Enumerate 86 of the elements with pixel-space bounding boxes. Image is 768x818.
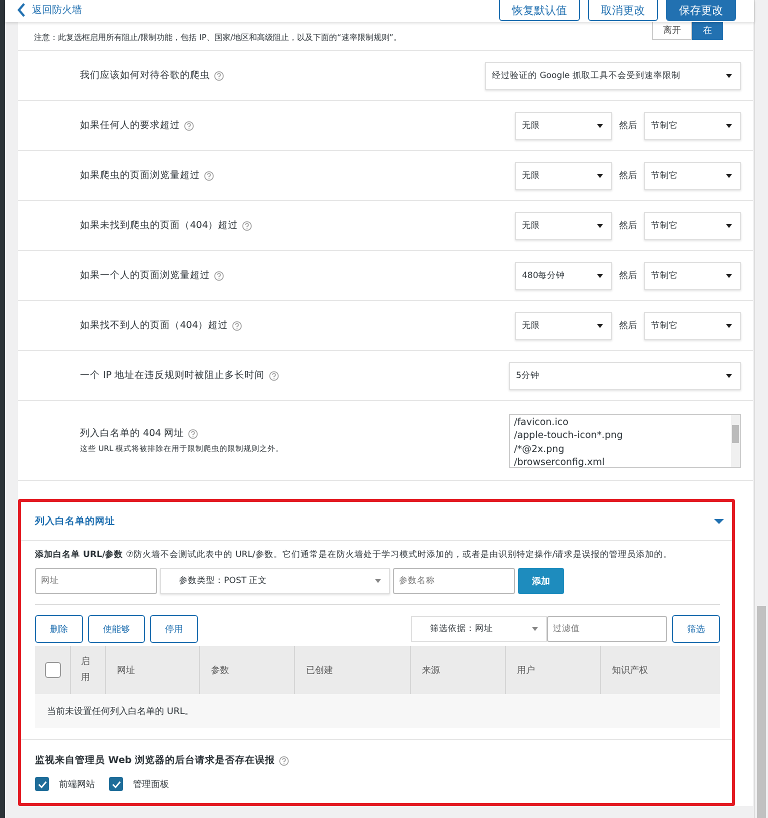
caret-icon [597, 224, 603, 228]
setting-label: 我们应该如何对待谷歌的爬虫 [80, 69, 210, 82]
action-button[interactable]: 停用 [150, 615, 198, 643]
help-icon[interactable] [214, 70, 224, 80]
caret-icon [597, 124, 603, 128]
dropdown[interactable]: 无限 [515, 312, 612, 340]
column-header: 启用 [81, 656, 91, 685]
filter-dropdown[interactable]: 筛选依据：网址 [411, 616, 547, 642]
back-label[interactable]: 返回防火墙 [32, 3, 82, 17]
monitor-title: 监视来自管理员 Web 浏览器的后台请求是否存在误报 [35, 754, 275, 767]
setting-label: 列入白名单的 404 网址 [80, 427, 184, 440]
back-icon [17, 3, 26, 17]
column-header: 参数 [211, 664, 229, 676]
caret-icon [597, 174, 603, 178]
caret-icon [726, 274, 732, 278]
dropdown[interactable]: 经过验证的 Google 抓取工具不会受到速率限制 [485, 62, 741, 90]
caret-icon [726, 174, 732, 178]
action-button[interactable]: 删除 [35, 615, 83, 643]
then-label: 然后 [619, 120, 637, 132]
toggle-option[interactable]: 离开 [652, 20, 692, 40]
caret-icon [726, 124, 732, 128]
checkbox[interactable] [109, 777, 123, 791]
caret-icon [597, 274, 603, 278]
help-icon[interactable] [242, 220, 252, 230]
notice-text: 注意：此复选框启用所有阻止/限制功能，包括 IP、国家/地区和高级阻止，以及下面的“速率限制规则”。 [34, 32, 402, 42]
param-name-field[interactable]: 参数名称 [393, 568, 515, 594]
select-all-checkbox[interactable] [45, 662, 61, 678]
caret-icon [726, 374, 732, 378]
param-type-dropdown[interactable]: 参数类型：POST 正文 [160, 568, 390, 594]
dropdown[interactable]: 节制它 [644, 262, 741, 290]
caret-icon [597, 324, 603, 328]
caret-icon [532, 627, 538, 631]
caret-icon[interactable] [714, 518, 724, 524]
then-label: 然后 [619, 170, 637, 182]
column-header: 网址 [117, 664, 135, 676]
help-icon[interactable] [232, 320, 242, 330]
dropdown[interactable]: 节制它 [644, 112, 741, 140]
toggle-option[interactable]: 在 [692, 20, 723, 40]
dropdown[interactable]: 节制它 [644, 212, 741, 240]
column-header: 知识产权 [612, 664, 648, 676]
back-link[interactable]: 返回防火墙 [17, 0, 82, 20]
help-icon[interactable] [279, 756, 289, 766]
help-icon[interactable] [268, 370, 279, 380]
caret-icon [375, 579, 381, 583]
column-header: 来源 [422, 664, 440, 676]
setting-label: 如果一个人的页面浏览量超过 [80, 269, 210, 282]
action-button[interactable]: 使能够 [88, 615, 145, 643]
empty-message: 当前未设置任何列入白名单的 URL。 [47, 706, 194, 718]
then-label: 然后 [619, 320, 637, 332]
caret-icon [726, 324, 732, 328]
column-header: 用户 [517, 664, 535, 676]
dropdown[interactable]: 无限 [515, 162, 612, 190]
url-field[interactable]: 网址 [35, 568, 157, 594]
help-icon[interactable] [214, 270, 224, 280]
setting-label: 如果爬虫的页面浏览量超过 [80, 169, 200, 182]
setting-label: 如果找不到人的页面（404）超过 [80, 319, 228, 332]
checkbox[interactable] [35, 777, 49, 791]
column-header: 已创建 [306, 664, 333, 676]
add-button[interactable]: 添加 [518, 568, 564, 594]
setting-label: 如果任何人的要求超过 [80, 119, 180, 132]
header-button[interactable]: 取消更改 [588, 0, 658, 21]
header-button[interactable]: 恢复默认值 [499, 0, 580, 21]
caret-icon [726, 74, 732, 78]
dropdown[interactable]: 5分钟 [509, 362, 741, 390]
intro-text: 添加白名单 URL/参数 ⑦防火墙不会测试此表中的 URL/参数。它们通常是在防火墙处于学习模式时添加的，或者是由识别特定操作/请求是误报的管理员添加的。 [35, 549, 674, 561]
section-title[interactable]: 列入白名单的网址 [35, 514, 115, 528]
setting-label: 如果未找到爬虫的页面（404）超过 [80, 219, 238, 232]
dropdown[interactable]: 节制它 [644, 312, 741, 340]
scrollbar[interactable] [757, 606, 766, 818]
then-label: 然后 [619, 270, 637, 282]
filter-button[interactable]: 筛选 [672, 615, 720, 643]
help-icon[interactable] [184, 120, 194, 130]
caret-icon [726, 224, 732, 228]
dropdown[interactable]: 无限 [515, 212, 612, 240]
then-label: 然后 [619, 220, 637, 232]
checkbox-label[interactable]: 管理面板 [133, 778, 169, 790]
checkbox-label[interactable]: 前端网站 [59, 778, 95, 790]
scrollbar[interactable] [731, 414, 740, 466]
setting-label: 一个 IP 地址在违反规则时被阻止多长时间 [80, 369, 265, 382]
help-icon[interactable] [188, 428, 198, 438]
help-icon[interactable] [204, 170, 214, 180]
dropdown[interactable]: 无限 [515, 112, 612, 140]
dropdown[interactable]: 480每分钟 [515, 262, 612, 290]
filter-field[interactable]: 过滤值 [547, 616, 667, 642]
header-button[interactable]: 保存更改 [666, 0, 736, 21]
dropdown[interactable]: 节制它 [644, 162, 741, 190]
